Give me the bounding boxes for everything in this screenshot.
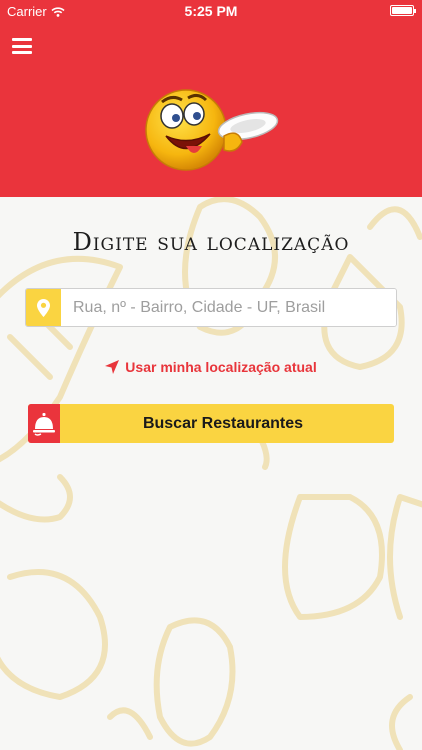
location-arrow-icon — [105, 360, 120, 374]
search-restaurants-button[interactable]: Buscar Restaurantes — [28, 404, 394, 443]
status-bar: Carrier 5:25 PM — [0, 0, 422, 22]
use-current-location-link[interactable]: Usar minha localização atual — [0, 359, 422, 375]
address-input[interactable] — [61, 289, 396, 326]
battery-icon — [390, 5, 416, 16]
food-doodle-background — [0, 197, 422, 750]
hamburger-menu-icon[interactable] — [12, 38, 32, 54]
service-bell-icon — [33, 412, 55, 436]
address-search-field[interactable] — [25, 288, 397, 327]
page-title: Digite sua localização — [72, 228, 350, 256]
smiley-mascot-icon — [145, 89, 279, 171]
clock: 5:25 PM — [184, 3, 238, 19]
header-banner: Carrier 5:25 PM — [0, 0, 422, 197]
use-current-location-label: Usar minha localização atual — [125, 359, 317, 375]
bell-box — [28, 404, 60, 443]
map-pin-icon — [37, 298, 50, 317]
search-restaurants-label: Buscar Restaurantes — [142, 414, 304, 432]
pin-box — [26, 289, 61, 326]
